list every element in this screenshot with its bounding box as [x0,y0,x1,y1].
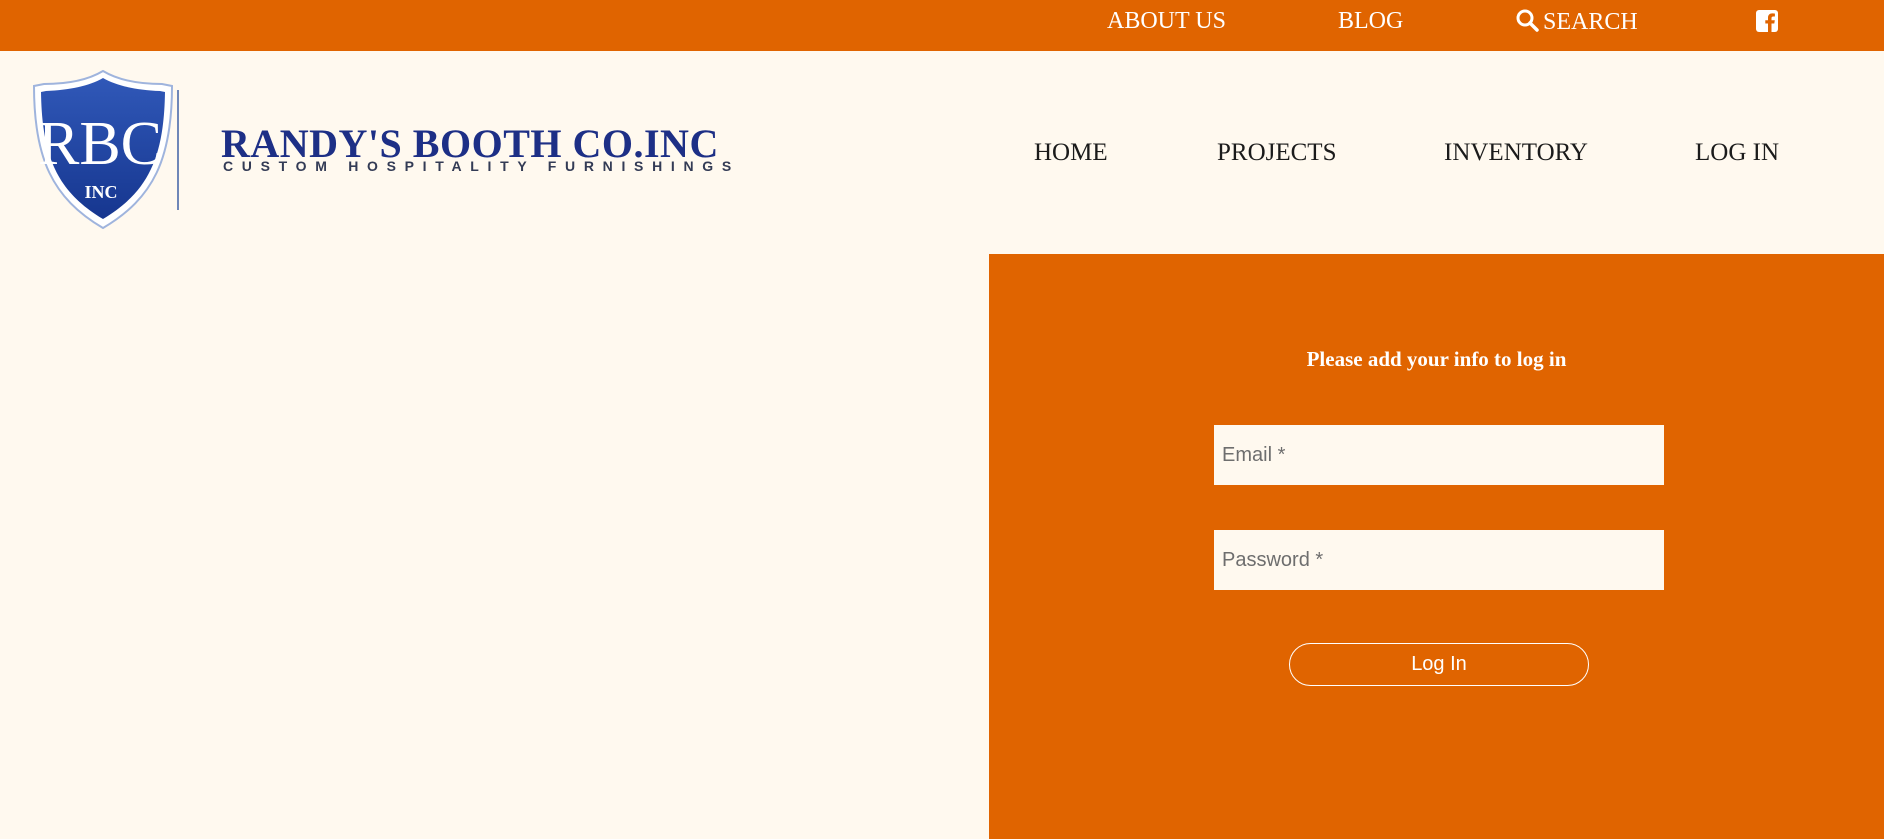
top-bar: ABOUT US BLOG SEARCH [0,0,1884,51]
password-field[interactable] [1214,530,1664,590]
nav-projects[interactable]: PROJECTS [1217,139,1336,167]
logo-monogram-sub: INC [84,182,117,202]
login-panel: Please add your info to log in Log In [989,254,1884,839]
search-icon [1516,9,1539,32]
about-us-link[interactable]: ABOUT US [1107,8,1226,34]
search-link-label: SEARCH [1543,9,1638,35]
facebook-link[interactable] [1755,9,1779,39]
blog-link[interactable]: BLOG [1338,8,1403,34]
shield-logo-icon: RBC INC [32,69,174,230]
facebook-icon [1756,10,1778,32]
login-button[interactable]: Log In [1289,643,1589,686]
nav-login[interactable]: LOG IN [1695,139,1779,167]
logo-monogram: RBC [38,110,162,178]
company-logo[interactable]: RBC INC RANDY'S BOOTH CO.INC CUSTOM HOSP… [30,68,731,232]
logo-divider [177,90,179,210]
nav-inventory[interactable]: INVENTORY [1444,139,1588,167]
search-link[interactable]: SEARCH [1515,8,1638,35]
nav-home[interactable]: HOME [1034,139,1108,167]
logo-tagline: CUSTOM HOSPITALITY FURNISHINGS [223,158,740,174]
login-title: Please add your info to log in [1306,347,1567,371]
email-field[interactable] [1214,425,1664,485]
